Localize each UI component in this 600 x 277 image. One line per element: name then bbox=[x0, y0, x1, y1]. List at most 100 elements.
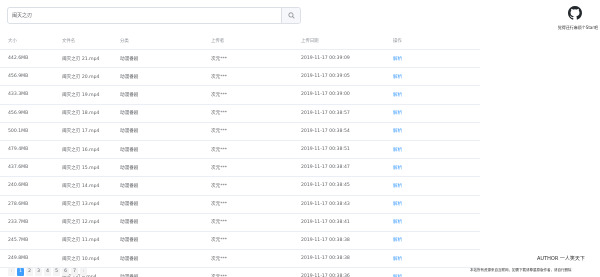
column-header-date: 上传日期 bbox=[301, 39, 319, 44]
cell-uploader: 次元*** bbox=[211, 238, 228, 244]
page-button[interactable]: 7 bbox=[71, 267, 78, 276]
cell-date: 2019-11-17 00:38:51 bbox=[301, 147, 350, 153]
table-row: 433.3MB 闽灭之刃 19.mp4 动漫番剧 次元*** 2019-11-17 00… bbox=[0, 86, 480, 105]
page-list: 1234567 bbox=[17, 267, 78, 276]
cell-uploader: 次元*** bbox=[211, 220, 228, 226]
cell-category: 动漫番剧 bbox=[120, 129, 139, 135]
page-button[interactable]: 5 bbox=[53, 267, 60, 276]
cell-date: 2019-11-17 00:38:38 bbox=[301, 237, 350, 243]
parse-link[interactable]: 解析 bbox=[393, 232, 402, 249]
cell-size: 437.6MB bbox=[8, 165, 29, 171]
page-button[interactable]: 4 bbox=[44, 267, 51, 276]
cell-uploader: 次元*** bbox=[211, 56, 228, 62]
cell-uploader: 次元*** bbox=[211, 256, 228, 262]
table-body: 442.6MB 闽灭之刃 21.mp4 动漫番剧 次元*** 2019-11-17 00… bbox=[0, 50, 480, 277]
cell-uploader: 次元*** bbox=[211, 268, 227, 277]
page-button[interactable]: 6 bbox=[62, 267, 69, 276]
cell-size: 249.8MB bbox=[8, 256, 29, 262]
cell-size: 456.9MB bbox=[8, 110, 29, 116]
search-icon bbox=[288, 12, 295, 19]
page-button[interactable]: 2 bbox=[26, 267, 33, 276]
column-header-filename: 文件名 bbox=[62, 39, 76, 44]
cell-category: 动漫番剧 bbox=[120, 92, 139, 98]
cell-name: 闽灭之刃 12.mp4 bbox=[62, 220, 100, 226]
cell-date: 2019-11-17 00:38:41 bbox=[301, 219, 350, 225]
cell-name: 闽灭之刃 11.mp4 bbox=[62, 238, 100, 244]
cell-category: 动漫番剧 bbox=[120, 183, 139, 189]
cell-size: 433.3MB bbox=[8, 92, 29, 98]
parse-link[interactable]: 解析 bbox=[393, 86, 402, 103]
cell-date: 2019-11-17 00:38:43 bbox=[301, 201, 350, 207]
cell-category: 动漫番剧 bbox=[120, 256, 139, 262]
cell-name: 闽灭之刃 15.mp4 bbox=[62, 165, 100, 171]
parse-link[interactable]: 解析 bbox=[393, 50, 402, 67]
cell-uploader: 次元*** bbox=[211, 129, 228, 135]
cell-date: 2019-11-17 00:38:36 bbox=[301, 274, 350, 277]
prev-page-button[interactable]: ‹ bbox=[8, 267, 15, 276]
parse-link[interactable]: 解析 bbox=[393, 68, 402, 85]
table-row: 245.7MB 闽灭之刃 11.mp4 动漫番剧 次元*** 2019-11-17 00… bbox=[0, 232, 480, 251]
cell-category: 动漫番剧 bbox=[120, 220, 139, 226]
table-row: 278.6MB 闽灭之刃 13.mp4 动漫番剧 次元*** 2019-11-17 00… bbox=[0, 196, 480, 214]
cell-name: 闽灭之刃 20.mp4 bbox=[62, 74, 100, 80]
cell-uploader: 次元*** bbox=[211, 147, 228, 153]
cell-name: 闽灭之刃 16.mp4 bbox=[62, 147, 100, 153]
parse-link[interactable]: 解析 bbox=[393, 250, 402, 267]
cell-date: 2019-11-17 00:38:57 bbox=[301, 110, 350, 116]
cell-size: 442.6MB bbox=[8, 56, 29, 62]
cell-category: 动漫番剧 bbox=[120, 202, 139, 208]
cell-size: 240.6MB bbox=[8, 183, 29, 189]
table-row: 479.4MB 闽灭之刃 16.mp4 动漫番剧 次元*** 2019-11-17 00… bbox=[0, 141, 480, 160]
cell-size: 278.6MB bbox=[8, 201, 29, 207]
cell-size: 500.1MB bbox=[8, 128, 29, 134]
cell-name: 闽灭之刃 10.mp4 bbox=[62, 256, 100, 262]
cell-size: 479.4MB bbox=[8, 147, 29, 153]
table-row: 240.6MB 闽灭之刃 14.mp4 动漫番剧 次元*** 2019-11-17 00… bbox=[0, 177, 480, 196]
search-button[interactable] bbox=[281, 8, 300, 23]
column-header-uploader: 上传者 bbox=[211, 39, 225, 44]
column-header-category: 分类 bbox=[120, 39, 129, 44]
parse-link[interactable]: 解析 bbox=[393, 177, 402, 194]
parse-link[interactable]: 解析 bbox=[393, 196, 402, 213]
cell-name: 闽灭之刃 21.mp4 bbox=[62, 56, 100, 62]
page-button[interactable]: 1 bbox=[17, 267, 24, 276]
cell-uploader: 次元*** bbox=[211, 183, 228, 189]
search-input[interactable] bbox=[8, 8, 283, 23]
cell-size: 456.9MB bbox=[8, 74, 29, 80]
table-row: 456.9MB 闽灭之刃 18.mp4 动漫番剧 次元*** 2019-11-17 00… bbox=[0, 105, 480, 123]
cell-name: 闽灭之刃 17.mp4 bbox=[62, 129, 100, 135]
next-page-button[interactable]: › bbox=[80, 267, 87, 276]
cell-name: 闽灭之刃 19.mp4 bbox=[62, 92, 100, 98]
table-row: 437.6MB 闽灭之刃 15.mp4 动漫番剧 次元*** 2019-11-17 00… bbox=[0, 159, 480, 178]
cell-size: 245.7MB bbox=[8, 237, 29, 243]
page-button[interactable]: 3 bbox=[35, 267, 42, 276]
parse-link[interactable]: 解析 bbox=[393, 214, 402, 231]
search-box bbox=[7, 7, 301, 24]
table-row: 500.1MB 闽灭之刃 17.mp4 动漫番剧 次元*** 2019-11-17 00… bbox=[0, 123, 480, 141]
parse-link[interactable]: 解析 bbox=[393, 141, 402, 158]
column-header-action: 操作 bbox=[393, 39, 402, 44]
cell-category: 动漫番剧 bbox=[120, 74, 139, 80]
file-table: 大小 文件名 分类 上传者 上传日期 操作 442.6MB 闽灭之刃 21.mp4… bbox=[0, 33, 480, 277]
parse-link[interactable]: 解析 bbox=[393, 105, 402, 122]
cell-category: 动漫番剧 bbox=[120, 111, 139, 117]
table-row: 233.7MB 闽灭之刃 12.mp4 动漫番剧 次元*** 2019-11-17 00… bbox=[0, 214, 480, 232]
table-header: 大小 文件名 分类 上传者 上传日期 操作 bbox=[0, 33, 480, 50]
cell-uploader: 次元*** bbox=[211, 92, 228, 98]
parse-link[interactable]: 解析 bbox=[393, 123, 402, 140]
author-credit: AUTHOR 一人笑天下 bbox=[537, 256, 585, 262]
github-icon[interactable] bbox=[568, 6, 582, 20]
cell-category: 动漫番剧 bbox=[120, 238, 139, 244]
cell-category: 动漫番剧 bbox=[120, 165, 139, 171]
cell-category: 动漫番剧 bbox=[120, 56, 139, 62]
table-row: 442.6MB 闽灭之刃 21.mp4 动漫番剧 次元*** 2019-11-17 00… bbox=[0, 50, 480, 69]
cell-name: 闽灭之刃 14.mp4 bbox=[62, 183, 100, 189]
cell-date: 2019-11-17 00:38:54 bbox=[301, 128, 350, 134]
cell-uploader: 次元*** bbox=[211, 165, 228, 171]
cell-date: 2019-11-17 00:39:09 bbox=[301, 56, 350, 62]
parse-link[interactable]: 解析 bbox=[393, 159, 402, 176]
pagination: ‹ 1234567 › bbox=[8, 267, 87, 276]
parse-link[interactable]: 解析 bbox=[393, 268, 402, 277]
cell-category: 动漫番剧 bbox=[120, 268, 138, 277]
cell-uploader: 次元*** bbox=[211, 74, 228, 80]
